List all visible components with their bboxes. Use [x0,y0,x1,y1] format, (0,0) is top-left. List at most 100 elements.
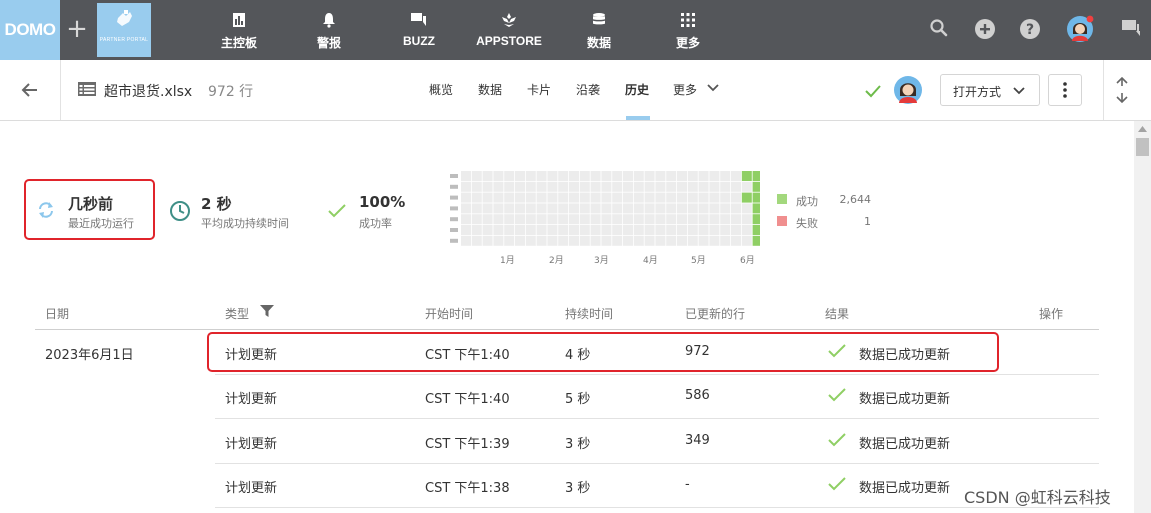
heatmap-cell [655,181,666,192]
heatmap-cell [515,225,525,235]
heatmap-cell [493,171,504,181]
nav-dashboards[interactable]: 主控板 [206,0,272,60]
heatmap-cell [471,181,482,192]
heatmap-cell [687,225,698,235]
tab-more-label: 更多 [673,83,698,97]
heatmap-cell [623,192,633,203]
heatmap-cell [731,235,741,246]
heatmap-cell [515,192,525,203]
heatmap-cell-success [752,235,760,246]
col-header-actions: 操作 [1039,307,1064,321]
tab-more[interactable]: 更多 [673,81,719,98]
add-plus-button[interactable]: + [60,0,94,60]
heatmap-cell [579,203,590,214]
nav-more[interactable]: 更多 [658,0,718,60]
weekday-label [450,174,458,178]
heatmap-cell [547,171,558,181]
heatmap-cell [698,203,709,214]
heatmap-cell-success [752,192,760,203]
heatmap-cell [547,225,558,235]
heatmap-cell [482,235,493,246]
heatmap-cell [655,214,666,225]
col-header-type[interactable]: 类型 [225,305,249,322]
heatmap-cell-success [752,214,760,225]
heatmap-cell [536,214,547,225]
dataset-row-count: 972 行 [208,84,254,100]
vertical-scrollbar[interactable] [1134,121,1151,513]
partner-portal-label: PARTNER PORTAL [99,37,149,43]
tab-overview[interactable]: 概览 [429,81,453,98]
heatmap-cell [482,171,493,181]
nav-data[interactable]: 数据 [569,0,629,60]
nav-alerts[interactable]: 警报 [299,0,359,60]
tab-data[interactable]: 数据 [478,81,502,98]
owner-avatar[interactable] [893,75,923,105]
search-icon[interactable] [929,18,949,38]
heatmap-cell [741,181,752,192]
heatmap-cell [504,192,515,203]
heatmap-cell [525,181,536,192]
messages-icon[interactable] [1120,18,1142,38]
heatmap-cell [504,181,515,192]
heatmap-cell [720,181,731,192]
heatmap-cell [612,225,623,235]
nav-buzz[interactable]: BUZZ [389,0,449,60]
add-circle-icon[interactable] [974,18,996,40]
col-header-result[interactable]: 结果 [825,305,849,322]
heatmap-cell [525,225,536,235]
heatmap-cell [590,192,601,203]
nav-alerts-label: 警报 [316,36,341,50]
tab-lineage[interactable]: 沿袭 [576,81,600,98]
domo-logo[interactable]: DOMO [0,0,60,60]
heatmap-cell [590,214,601,225]
col-header-duration[interactable]: 持续时间 [565,305,613,322]
chat-icon [411,13,426,26]
help-icon[interactable]: ? [1019,18,1041,40]
col-header-rows-updated[interactable]: 已更新的行 [685,305,745,322]
expand-toggle[interactable] [1103,60,1151,120]
heatmap-cell [493,203,504,214]
heatmap-cell [709,203,720,214]
tab-history[interactable]: 历史 [625,81,649,98]
dashboard-icon [233,13,245,27]
heatmap-cell [731,192,741,203]
weekday-label [450,238,458,243]
tab-cards[interactable]: 卡片 [527,81,551,98]
filter-icon[interactable] [259,304,275,318]
svg-text:?: ? [1026,22,1034,38]
open-with-label: 打开方式 [953,85,1002,99]
heatmap-cell [644,203,655,214]
row-divider [215,374,1099,375]
heatmap-cell [666,171,677,181]
heatmap-cell [666,192,677,203]
heatmap-cell [698,192,709,203]
heatmap-cell [720,192,731,203]
heatmap-cell [590,225,601,235]
back-button[interactable] [0,60,61,120]
heatmap-cell [612,235,623,246]
heatmap-cell [731,214,741,225]
partner-portal-tile[interactable]: PARTNER PORTAL [97,3,151,57]
more-options-button[interactable] [1048,74,1082,106]
dataset-name: 超市退货.xlsx [104,84,193,100]
clock-icon [170,201,190,221]
heatmap-cell [471,214,482,225]
heatmap-cell [569,203,579,214]
heatmap-cell [579,171,590,181]
legend-success-swatch [777,194,787,204]
user-avatar[interactable] [1066,15,1094,43]
scrollbar-thumb[interactable] [1136,138,1149,156]
heatmap-cell [504,171,515,181]
weekday-label [450,228,458,232]
chevron-down-icon [707,84,719,92]
heatmap-cell [612,171,623,181]
heatmap-cell [720,225,731,235]
row-highlight-box [207,332,999,372]
nav-appstore[interactable]: APPSTORE [470,0,548,60]
heatmap-cell [666,181,677,192]
heatmap-cell [569,192,579,203]
col-header-date[interactable]: 日期 [45,305,69,322]
col-header-start-time[interactable]: 开始时间 [425,305,473,322]
open-with-button[interactable]: 打开方式 [940,74,1040,106]
avg-duration-label: 平均成功持续时间 [201,217,289,230]
